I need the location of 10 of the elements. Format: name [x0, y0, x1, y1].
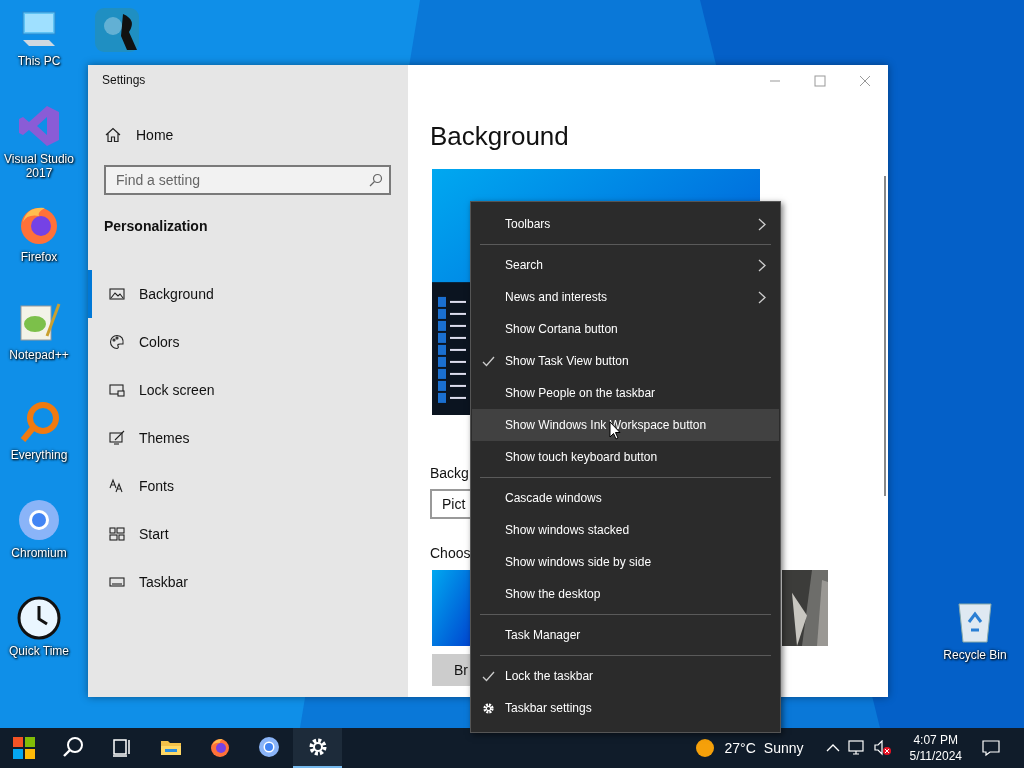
- network-icon[interactable]: [847, 740, 866, 756]
- weather-condition[interactable]: Sunny: [763, 740, 804, 756]
- settings-icon[interactable]: [293, 728, 342, 768]
- speaker-muted-icon[interactable]: [873, 740, 892, 756]
- notification-icon[interactable]: [982, 739, 1000, 757]
- windows-logo-icon[interactable]: [12, 736, 36, 760]
- sun-icon[interactable]: [694, 738, 715, 758]
- clock[interactable]: 4:07 PM 5/11/2024: [909, 732, 962, 764]
- weather-temperature[interactable]: 27°C: [724, 740, 756, 756]
- chevron-up-icon[interactable]: [825, 743, 840, 753]
